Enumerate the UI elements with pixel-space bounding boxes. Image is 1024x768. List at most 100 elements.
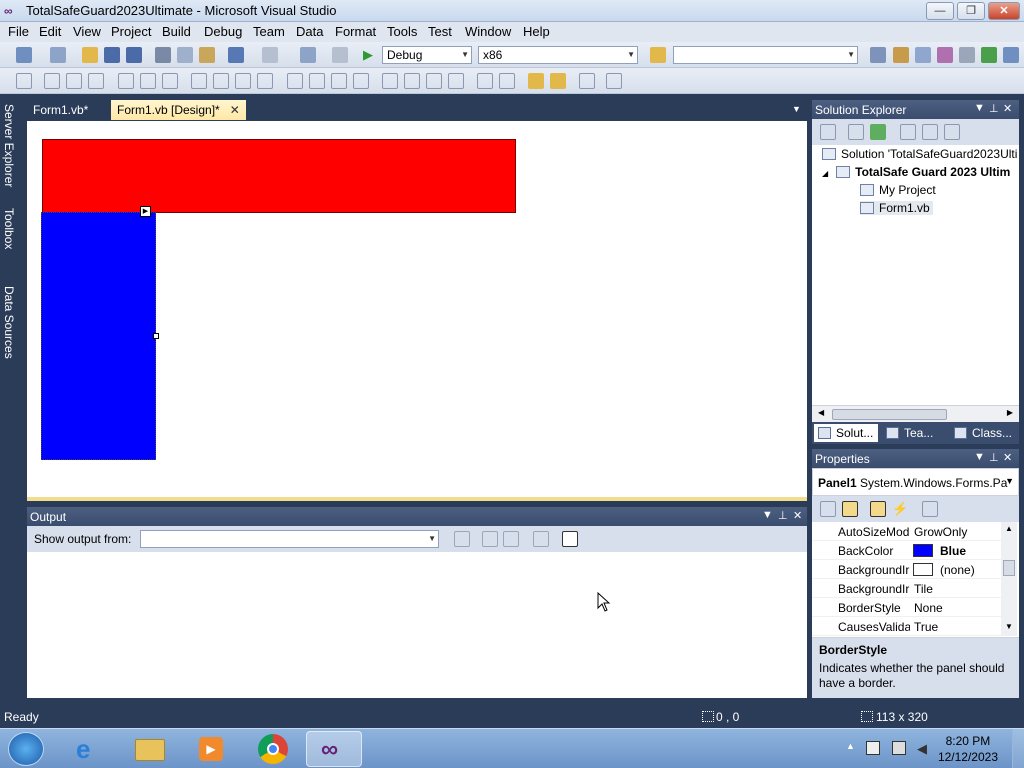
extension-manager-icon[interactable]	[959, 47, 975, 63]
menu-debug[interactable]: Debug	[204, 24, 242, 39]
properties-window-icon[interactable]	[893, 47, 909, 63]
tab-solution-explorer[interactable]: Solut...	[814, 424, 878, 442]
chevron-down-icon[interactable]: ▼	[974, 102, 985, 114]
taskbar-file-explorer[interactable]	[123, 731, 179, 767]
alphabetical-icon[interactable]	[842, 501, 858, 517]
property-value[interactable]: GrowOnly	[914, 525, 967, 539]
start-debugging-icon[interactable]: ▶	[360, 47, 376, 63]
make-same-height-icon[interactable]	[235, 73, 251, 89]
align-lefts-icon[interactable]	[44, 73, 60, 89]
align-middles-icon[interactable]	[140, 73, 156, 89]
word-wrap-icon[interactable]	[562, 531, 578, 547]
resize-handle[interactable]	[153, 333, 159, 339]
panel-left-selected[interactable]	[41, 212, 156, 460]
categorized-icon[interactable]	[820, 501, 836, 517]
tab-form1-code[interactable]: Form1.vb*	[27, 100, 94, 120]
system-clock[interactable]: 8:20 PM 12/12/2023	[938, 733, 998, 765]
scroll-thumb[interactable]	[1003, 560, 1015, 576]
view-designer-icon[interactable]	[922, 124, 938, 140]
solution-explorer-icon[interactable]	[870, 47, 886, 63]
menu-team[interactable]: Team	[253, 24, 285, 39]
start-page-icon[interactable]	[981, 47, 997, 63]
collapse-arrow-icon[interactable]: ◢	[822, 169, 828, 178]
close-icon[interactable]: ✕	[1003, 451, 1012, 464]
align-to-grid-icon[interactable]	[16, 73, 32, 89]
properties-icon[interactable]	[820, 124, 836, 140]
scroll-right-icon[interactable]: ▶	[1007, 408, 1013, 417]
menu-edit[interactable]: Edit	[39, 24, 61, 39]
close-button[interactable]: ✕	[988, 2, 1020, 20]
remove-vertical-spacing-icon[interactable]	[448, 73, 464, 89]
pin-icon[interactable]: ⊥	[989, 102, 999, 115]
start-button-icon[interactable]	[8, 732, 44, 766]
tab-form1-design[interactable]: Form1.vb [Design]* ✕	[111, 100, 246, 120]
property-value[interactable]: Blue	[940, 544, 966, 558]
find-combo[interactable]: ▼	[673, 46, 858, 64]
align-tops-icon[interactable]	[118, 73, 134, 89]
minimize-button[interactable]: —	[926, 2, 954, 20]
smart-tag-arrow-icon[interactable]: ▶	[140, 206, 151, 217]
maximize-button[interactable]: ❐	[957, 2, 985, 20]
action-center-icon[interactable]	[866, 741, 880, 755]
close-icon[interactable]: ✕	[793, 509, 802, 522]
scroll-thumb[interactable]	[832, 409, 947, 420]
menu-build[interactable]: Build	[162, 24, 191, 39]
taskbar-internet-explorer[interactable]: e	[62, 731, 118, 767]
bring-to-front-icon[interactable]	[528, 73, 544, 89]
chevron-down-icon[interactable]: ▼	[974, 451, 985, 463]
tab-class-view[interactable]: Class...	[950, 424, 1018, 442]
save-icon[interactable]	[104, 47, 120, 63]
pin-icon[interactable]: ⊥	[989, 451, 999, 464]
refresh-icon[interactable]	[870, 124, 886, 140]
align-bottoms-icon[interactable]	[162, 73, 178, 89]
clear-all-icon[interactable]	[533, 531, 549, 547]
object-browser-icon[interactable]	[915, 47, 931, 63]
menu-tools[interactable]: Tools	[387, 24, 417, 39]
show-desktop-button[interactable]	[1012, 729, 1024, 768]
events-icon[interactable]: ⚡	[892, 501, 908, 517]
taskbar-visual-studio[interactable]: ∞	[306, 731, 362, 767]
open-file-icon[interactable]	[82, 47, 98, 63]
scroll-left-icon[interactable]: ◀	[818, 408, 824, 417]
property-row[interactable]: BackgroundIr (none)	[812, 560, 1002, 579]
show-hidden-icons-icon[interactable]: ▲	[846, 741, 855, 751]
close-icon[interactable]: ✕	[230, 103, 240, 117]
chevron-down-icon[interactable]: ▼	[762, 509, 773, 521]
menu-project[interactable]: Project	[111, 24, 151, 39]
scroll-down-icon[interactable]: ▼	[1005, 622, 1013, 631]
server-explorer-tab[interactable]: Server Explorer	[2, 104, 16, 187]
decrease-horizontal-spacing-icon[interactable]	[331, 73, 347, 89]
lock-controls-icon[interactable]	[606, 73, 622, 89]
property-row[interactable]: BorderStyle None	[812, 598, 1002, 617]
cut-icon[interactable]	[155, 47, 171, 63]
send-to-back-icon[interactable]	[550, 73, 566, 89]
taskbar-media-player[interactable]: ▶	[184, 731, 240, 767]
make-same-size-icon[interactable]	[257, 73, 273, 89]
go-to-line-icon[interactable]	[454, 531, 470, 547]
pin-icon[interactable]: ⊥	[778, 509, 788, 522]
show-all-files-icon[interactable]	[848, 124, 864, 140]
property-pages-icon[interactable]	[922, 501, 938, 517]
network-icon[interactable]	[892, 741, 906, 755]
navigate-forward-icon[interactable]	[332, 47, 348, 63]
properties-view-icon[interactable]	[870, 501, 886, 517]
solution-horizontal-scrollbar[interactable]: ◀ ▶	[812, 405, 1019, 422]
next-message-icon[interactable]	[503, 531, 519, 547]
navigate-backward-icon[interactable]	[300, 47, 316, 63]
form-surface[interactable]: ▶	[27, 121, 807, 497]
menu-format[interactable]: Format	[335, 24, 376, 39]
toolbox-tab[interactable]: Toolbox	[2, 208, 16, 249]
remove-horizontal-spacing-icon[interactable]	[353, 73, 369, 89]
align-rights-icon[interactable]	[88, 73, 104, 89]
form-designer[interactable]: ▶	[27, 121, 807, 501]
view-code-icon[interactable]	[900, 124, 916, 140]
data-sources-tab[interactable]: Data Sources	[2, 286, 16, 359]
menu-view[interactable]: View	[73, 24, 101, 39]
menu-test[interactable]: Test	[428, 24, 452, 39]
tree-item-solution[interactable]: Solution 'TotalSafeGuard2023Ulti	[822, 147, 1017, 161]
property-value[interactable]: (none)	[940, 563, 975, 577]
configuration-select[interactable]: Debug ▼	[382, 46, 472, 64]
tab-order-icon[interactable]	[579, 73, 595, 89]
taskbar-chrome[interactable]	[245, 731, 301, 767]
tree-item-project[interactable]: ◢ TotalSafe Guard 2023 Ultim	[822, 165, 1010, 179]
